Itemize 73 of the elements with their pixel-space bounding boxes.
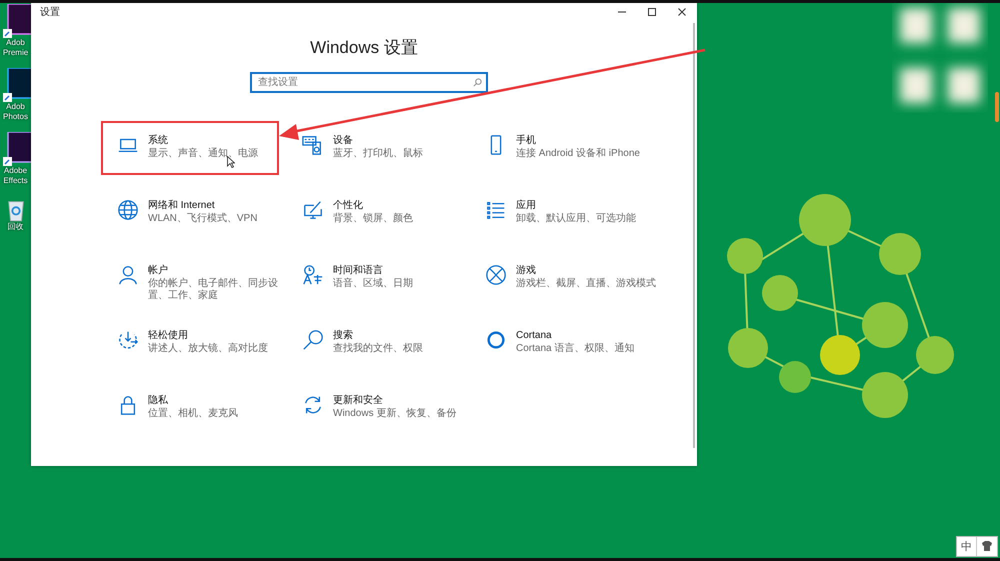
- blurred-desktop-icon[interactable]: [948, 68, 980, 103]
- item-title: 更新和安全: [333, 394, 383, 407]
- search-icon: [302, 329, 324, 351]
- item-title: 手机: [516, 134, 536, 147]
- app-icon[interactable]: [0, 132, 31, 166]
- item-title: 系统: [148, 134, 168, 147]
- edge-bar-icon: [995, 92, 999, 122]
- shirt-icon[interactable]: [981, 540, 993, 552]
- settings-item[interactable]: 更新和安全 Windows 更新、恢复、备份: [286, 381, 469, 435]
- settings-item[interactable]: 搜索 查找我的文件、权限: [286, 316, 469, 370]
- settings-item[interactable]: 网络和 Internet WLAN、飞行模式、VPN: [101, 186, 286, 240]
- settings-item[interactable]: 系统 显示、声音、通知、电源: [101, 121, 279, 175]
- item-title: Cortana: [516, 329, 552, 342]
- monitor-brush-icon: [302, 199, 324, 221]
- item-title: 隐私: [148, 394, 168, 407]
- item-title: 网络和 Internet: [148, 199, 215, 212]
- item-title: 设备: [333, 134, 353, 147]
- item-description: 位置、相机、麦克风: [148, 408, 238, 420]
- keyboard-speaker-icon: [302, 134, 324, 156]
- app-icon[interactable]: [0, 68, 31, 102]
- item-title: 轻松使用: [148, 329, 188, 342]
- item-description: 游戏栏、截屏、直播、游戏模式: [516, 278, 656, 290]
- settings-item[interactable]: 个性化 背景、锁屏、颜色: [286, 186, 469, 240]
- item-description: WLAN、飞行模式、VPN: [148, 213, 258, 225]
- item-description: 连接 Android 设备和 iPhone: [516, 148, 640, 160]
- item-description: 卸载、默认应用、可选功能: [516, 213, 636, 225]
- item-title: 个性化: [333, 199, 363, 212]
- item-description: 背景、锁屏、颜色: [333, 213, 413, 225]
- item-description: 蓝牙、打印机、鼠标: [333, 148, 423, 160]
- sync-icon: [302, 394, 324, 416]
- clock-letters-icon: [302, 264, 324, 286]
- list-icon: [485, 199, 507, 221]
- settings-item[interactable]: 应用 卸载、默认应用、可选功能: [469, 186, 681, 240]
- input-mode-button[interactable]: 中: [957, 537, 977, 556]
- settings-item[interactable]: 设备 蓝牙、打印机、鼠标: [286, 121, 469, 175]
- person-icon: [117, 264, 139, 286]
- item-title: 搜索: [333, 329, 353, 342]
- settings-item[interactable]: 帐户 你的帐户、电子邮件、同步设置、工作、家庭: [101, 251, 286, 305]
- item-description: 语音、区域、日期: [333, 278, 413, 290]
- item-description: 你的帐户、电子邮件、同步设置、工作、家庭: [148, 278, 279, 302]
- settings-item[interactable]: 手机 连接 Android 设备和 iPhone: [469, 121, 681, 175]
- item-description: 显示、声音、通知、电源: [148, 148, 258, 160]
- item-title: 帐户: [148, 264, 168, 277]
- window-title: 设置: [40, 6, 60, 18]
- settings-item[interactable]: Cortana Cortana 语言、权限、通知: [469, 316, 681, 370]
- dashed-circle-icon: [117, 329, 139, 351]
- item-title: 游戏: [516, 264, 536, 277]
- icon-label: Adob Photos: [3, 102, 28, 122]
- settings-item[interactable]: 轻松使用 讲述人、放大镜、高对比度: [101, 316, 286, 370]
- ring-icon: [485, 329, 507, 351]
- item-description: Windows 更新、恢复、备份: [333, 408, 456, 420]
- search-field[interactable]: 查找设置: [250, 72, 488, 93]
- settings-item[interactable]: 游戏 游戏栏、截屏、直播、游戏模式: [469, 251, 681, 305]
- scrollbar[interactable]: [693, 23, 695, 448]
- crossed-circle-icon: [485, 264, 507, 286]
- item-title: 时间和语言: [333, 264, 383, 277]
- icon-label: 回收: [8, 222, 24, 232]
- globe-icon: [117, 199, 139, 221]
- item-description: 讲述人、放大镜、高对比度: [148, 343, 268, 355]
- blurred-desktop-icon[interactable]: [948, 8, 980, 43]
- settings-item[interactable]: 隐私 位置、相机、麦克风: [101, 381, 286, 435]
- item-title: 应用: [516, 199, 536, 212]
- icon-label: Adobe Effects: [3, 166, 28, 186]
- item-description: 查找我的文件、权限: [333, 343, 423, 355]
- blurred-desktop-icon[interactable]: [900, 68, 932, 103]
- page-heading: Windows 设置: [309, 37, 419, 59]
- item-description: Cortana 语言、权限、通知: [516, 343, 634, 355]
- search-icon[interactable]: [473, 78, 482, 87]
- cursor-icon: [227, 156, 235, 168]
- settings-item[interactable]: 时间和语言 语音、区域、日期: [286, 251, 469, 305]
- icon-label: Adob Premie: [2, 38, 28, 58]
- blurred-desktop-icon[interactable]: [900, 8, 932, 43]
- app-icon[interactable]: [0, 4, 31, 38]
